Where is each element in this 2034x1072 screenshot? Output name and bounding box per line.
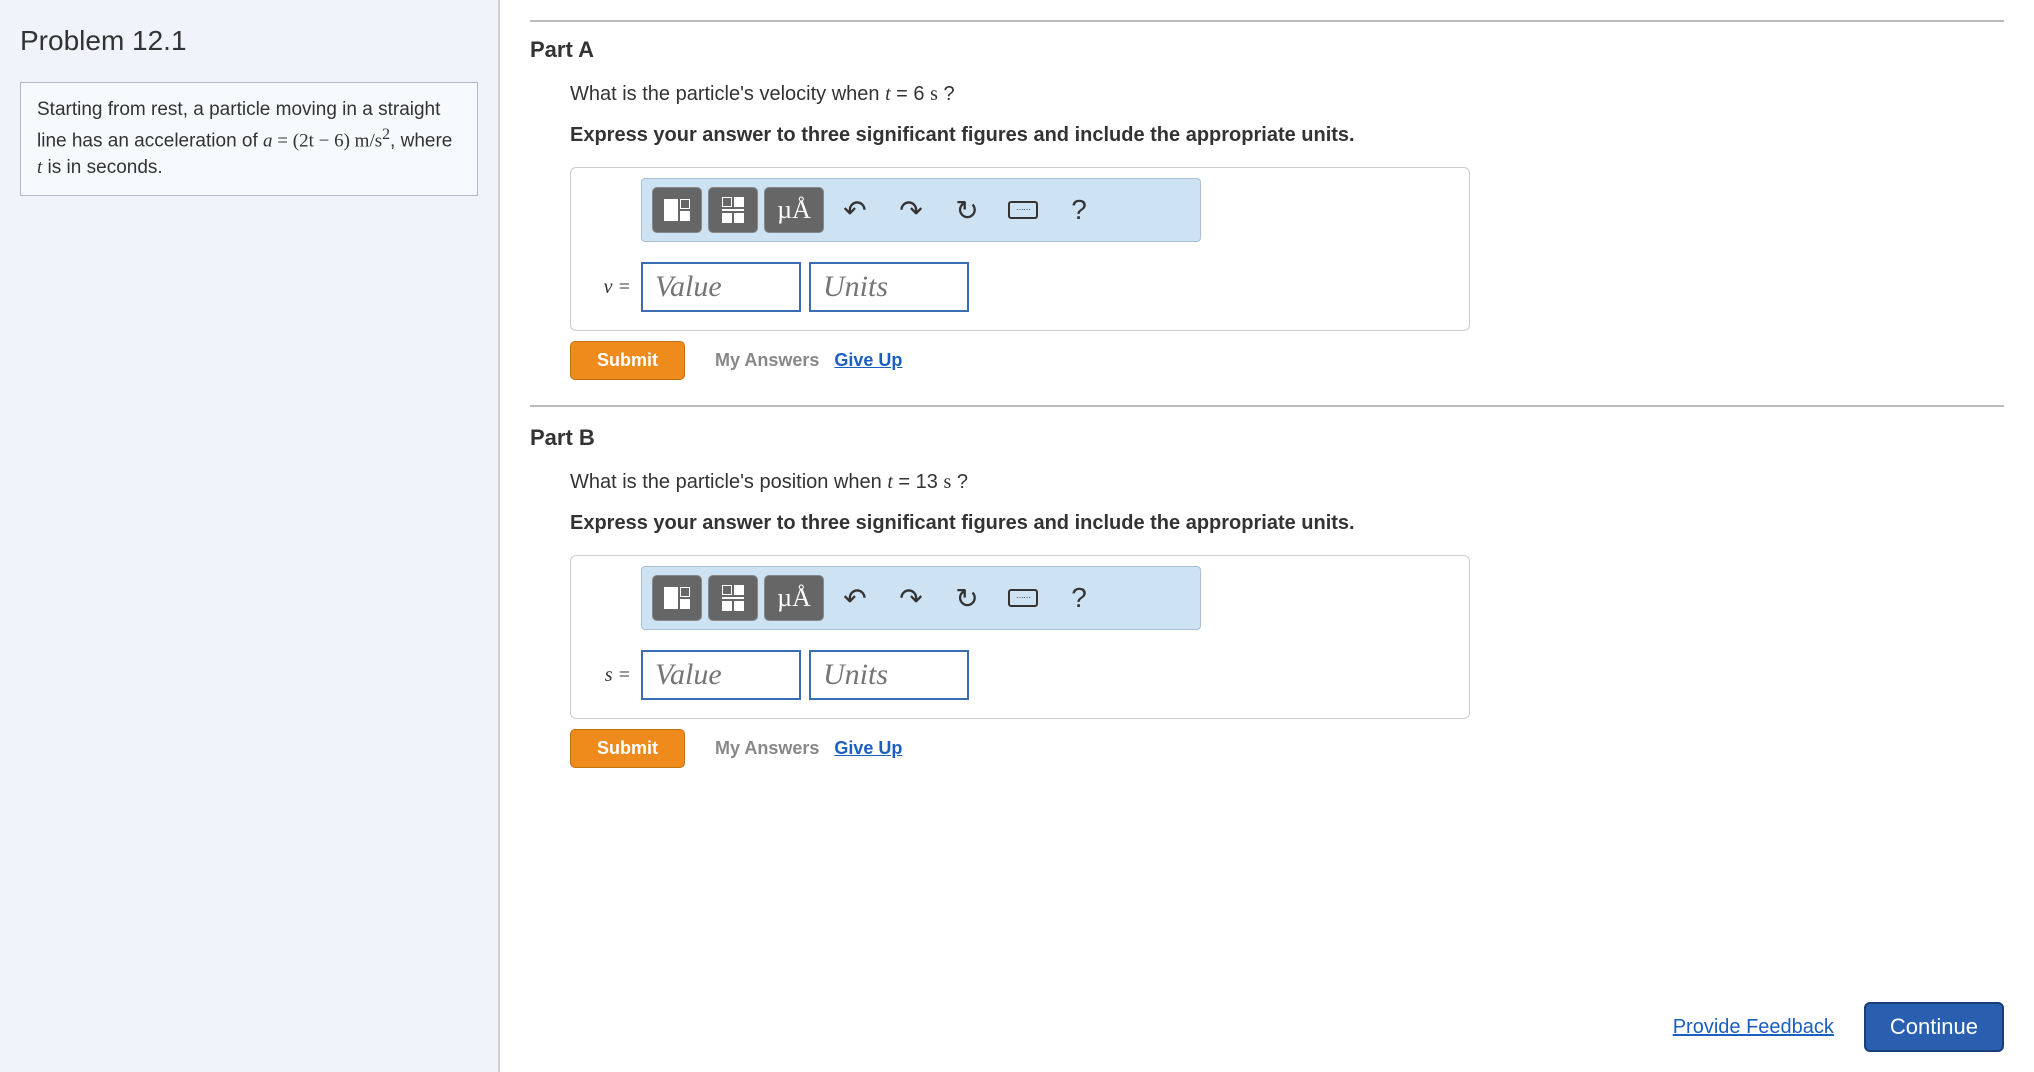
provide-feedback-link[interactable]: Provide Feedback	[1673, 1016, 1834, 1039]
part-b-var-label: s =	[581, 664, 631, 687]
footer: Provide Feedback Continue	[530, 982, 2004, 1052]
fraction-button[interactable]	[708, 575, 758, 621]
reset-button[interactable]: ↻	[942, 187, 992, 233]
reset-icon: ↻	[955, 582, 978, 615]
toolbar: µÅ ↶ ↷ ↻ ?	[641, 566, 1201, 630]
redo-icon: ↷	[899, 582, 922, 615]
keyboard-button[interactable]	[998, 575, 1048, 621]
template-button[interactable]	[652, 575, 702, 621]
my-answers-link[interactable]: My Answers	[715, 738, 819, 758]
mu-angstrom-icon: µÅ	[777, 195, 811, 225]
fraction-icon	[722, 585, 744, 611]
part-b-input-row: s =	[581, 650, 1459, 700]
part-a-answer-block: µÅ ↶ ↷ ↻ ? v =	[570, 167, 1470, 331]
submit-button[interactable]: Submit	[570, 729, 685, 768]
fraction-button[interactable]	[708, 187, 758, 233]
reset-icon: ↻	[955, 194, 978, 227]
undo-icon: ↶	[843, 582, 866, 615]
part-a-heading: Part A	[530, 37, 2004, 63]
answer-panel: Part A What is the particle's velocity w…	[500, 0, 2034, 1072]
problem-sidebar: Problem 12.1 Starting from rest, a parti…	[0, 0, 500, 1072]
problem-statement: Starting from rest, a particle moving in…	[20, 82, 478, 196]
template-icon	[664, 587, 690, 609]
continue-button[interactable]: Continue	[1864, 1002, 2004, 1052]
toolbar: µÅ ↶ ↷ ↻ ?	[641, 178, 1201, 242]
units-input[interactable]	[809, 650, 969, 700]
value-input[interactable]	[641, 650, 801, 700]
template-button[interactable]	[652, 187, 702, 233]
reset-button[interactable]: ↻	[942, 575, 992, 621]
give-up-link[interactable]: Give Up	[834, 350, 902, 370]
divider	[530, 20, 2004, 22]
part-b-instruction: Express your answer to three significant…	[570, 512, 2004, 535]
redo-button[interactable]: ↷	[886, 575, 936, 621]
part-b-actions: Submit My Answers Give Up	[570, 729, 2004, 768]
help-icon: ?	[1071, 582, 1087, 614]
undo-button[interactable]: ↶	[830, 575, 880, 621]
problem-title: Problem 12.1	[20, 25, 478, 57]
statement-end: is in seconds.	[42, 157, 162, 178]
value-input[interactable]	[641, 262, 801, 312]
keyboard-button[interactable]	[998, 187, 1048, 233]
equation-lhs: a	[263, 130, 273, 151]
fraction-icon	[722, 197, 744, 223]
part-b-heading: Part B	[530, 425, 2004, 451]
keyboard-icon	[1008, 201, 1038, 219]
mu-angstrom-icon: µÅ	[777, 583, 811, 613]
part-b-answer-block: µÅ ↶ ↷ ↻ ? s =	[570, 555, 1470, 719]
help-button[interactable]: ?	[1054, 575, 1104, 621]
equation-units: m/s	[355, 130, 382, 151]
undo-button[interactable]: ↶	[830, 187, 880, 233]
special-chars-button[interactable]: µÅ	[764, 575, 824, 621]
give-up-link[interactable]: Give Up	[834, 738, 902, 758]
submit-button[interactable]: Submit	[570, 341, 685, 380]
divider	[530, 405, 2004, 407]
part-a-instruction: Express your answer to three significant…	[570, 124, 2004, 147]
statement-suffix: , where	[390, 130, 452, 151]
part-a-question: What is the particle's velocity when t =…	[570, 83, 2004, 106]
part-a-input-row: v =	[581, 262, 1459, 312]
keyboard-icon	[1008, 589, 1038, 607]
equation-rhs: (2t − 6)	[293, 130, 350, 151]
part-a-actions: Submit My Answers Give Up	[570, 341, 2004, 380]
redo-icon: ↷	[899, 194, 922, 227]
help-icon: ?	[1071, 194, 1087, 226]
equation-units-exp: 2	[382, 126, 390, 143]
undo-icon: ↶	[843, 194, 866, 227]
part-b-question: What is the particle's position when t =…	[570, 471, 2004, 494]
part-a-var-label: v =	[581, 276, 631, 299]
redo-button[interactable]: ↷	[886, 187, 936, 233]
units-input[interactable]	[809, 262, 969, 312]
special-chars-button[interactable]: µÅ	[764, 187, 824, 233]
help-button[interactable]: ?	[1054, 187, 1104, 233]
my-answers-link[interactable]: My Answers	[715, 350, 819, 370]
template-icon	[664, 199, 690, 221]
